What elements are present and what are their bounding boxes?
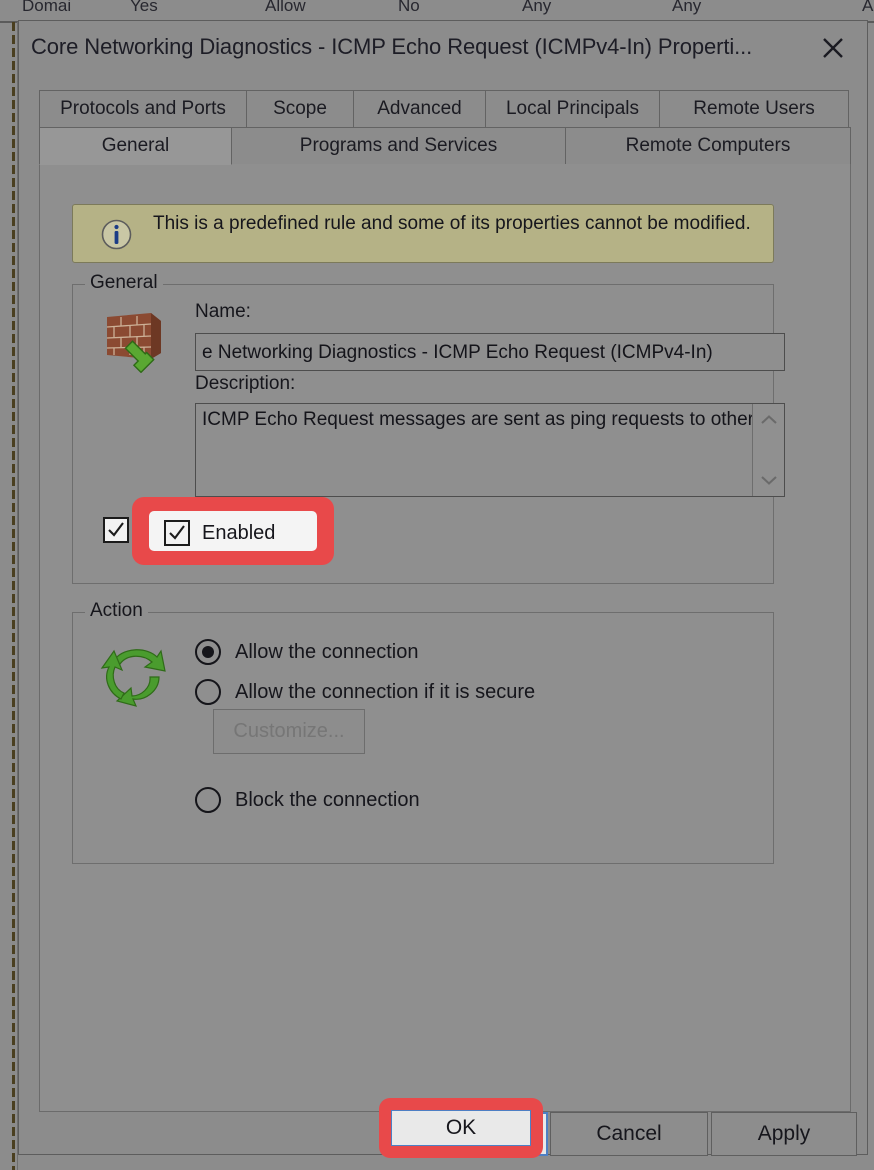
name-label: Name: [195,301,251,322]
tab-label: Programs and Services [299,135,498,156]
radio-indicator [195,787,221,813]
action-groupbox: Action Allow the connection Allow the co… [72,600,774,864]
ok-label: OK [445,1116,477,1139]
action-groupbox-title: Action [85,600,148,622]
radio-indicator [195,679,221,705]
tab-row-upper: Protocols and Ports Scope Advanced Local… [39,90,851,128]
radio-allow-if-secure[interactable]: Allow the connection if it is secure [195,679,535,705]
properties-dialog: Core Networking Diagnostics - ICMP Echo … [18,20,868,1156]
customize-label: Customize... [233,720,345,742]
radio-label: Allow the connection if it is secure [235,680,536,703]
cancel-label: Cancel [596,1122,662,1145]
apply-label: Apply [757,1122,811,1145]
apply-button[interactable]: Apply [711,1112,857,1156]
radio-label: Allow the connection [235,640,419,663]
tab-remote-users[interactable]: Remote Users [659,90,849,128]
rule-description-textarea[interactable]: ICMP Echo Request messages are sent as p… [195,403,785,497]
tab-programs-and-services[interactable]: Programs and Services [231,127,566,165]
highlight-ok-button: OK [379,1098,543,1158]
radio-allow-the-connection[interactable]: Allow the connection [195,639,418,665]
bg-cell-0: Domai [22,0,72,15]
bg-cell-2: Allow [265,0,306,15]
background-dashed-line [12,22,15,1170]
tab-remote-computers[interactable]: Remote Computers [565,127,851,165]
tab-general[interactable]: General [39,127,232,165]
radio-block-the-connection[interactable]: Block the connection [195,787,420,813]
bg-cell-5: Any [672,0,702,15]
customize-button[interactable]: Customize... [213,709,365,754]
tab-label: General [101,135,170,156]
enabled-checkbox-highlighted[interactable]: Enabled [164,520,275,546]
bg-cell-3: No [398,0,420,15]
ok-button-highlighted[interactable]: OK [391,1110,531,1146]
description-scrollbar[interactable] [752,404,784,496]
tab-label: Remote Computers [625,135,791,156]
tab-label: Scope [273,98,327,119]
banner-text: This is a predefined rule and some of it… [153,213,751,234]
radio-label: Block the connection [235,788,420,811]
tab-label: Protocols and Ports [60,98,226,119]
highlight-enabled-checkbox: Enabled [132,497,334,565]
green-recycle-arrows-icon [95,637,179,717]
checkbox-box [164,520,190,546]
dialog-title: Core Networking Diagnostics - ICMP Echo … [31,34,753,59]
tab-label: Advanced [377,98,462,119]
checkbox-box [103,517,129,543]
tab-label: Remote Users [693,98,815,119]
description-label: Description: [195,373,296,394]
tab-label: Local Principals [505,98,640,119]
tab-strip: Protocols and Ports Scope Advanced Local… [39,90,851,165]
dialog-titlebar: Core Networking Diagnostics - ICMP Echo … [19,21,867,73]
background-table-row: Domai Yes Allow No Any Any A [0,0,874,22]
tab-protocols-and-ports[interactable]: Protocols and Ports [39,90,247,128]
screenshot-root: Domai Yes Allow No Any Any A Core Networ… [0,0,874,1170]
bg-cell-4: Any [522,0,552,15]
bg-cell-6: A [862,0,874,15]
radio-indicator [195,639,221,665]
info-icon [101,219,132,250]
tab-local-principals[interactable]: Local Principals [485,90,660,128]
general-groupbox-title: General [85,272,163,294]
tab-advanced[interactable]: Advanced [353,90,486,128]
chevron-down-icon[interactable] [753,466,784,494]
enabled-label: Enabled [202,521,276,544]
tab-page-general: This is a predefined rule and some of it… [39,164,851,1112]
rule-name-input[interactable]: e Networking Diagnostics - ICMP Echo Req… [195,333,785,371]
predefined-rule-banner: This is a predefined rule and some of it… [72,204,774,263]
cancel-button[interactable]: Cancel [550,1112,708,1156]
firewall-brick-wall-icon [99,307,171,374]
close-icon[interactable] [813,31,853,65]
bg-cell-1: Yes [130,0,158,15]
chevron-up-icon[interactable] [753,406,784,434]
tab-scope[interactable]: Scope [246,90,354,128]
description-text: ICMP Echo Request messages are sent as p… [202,409,785,430]
tab-row-lower: General Programs and Services Remote Com… [39,127,851,165]
